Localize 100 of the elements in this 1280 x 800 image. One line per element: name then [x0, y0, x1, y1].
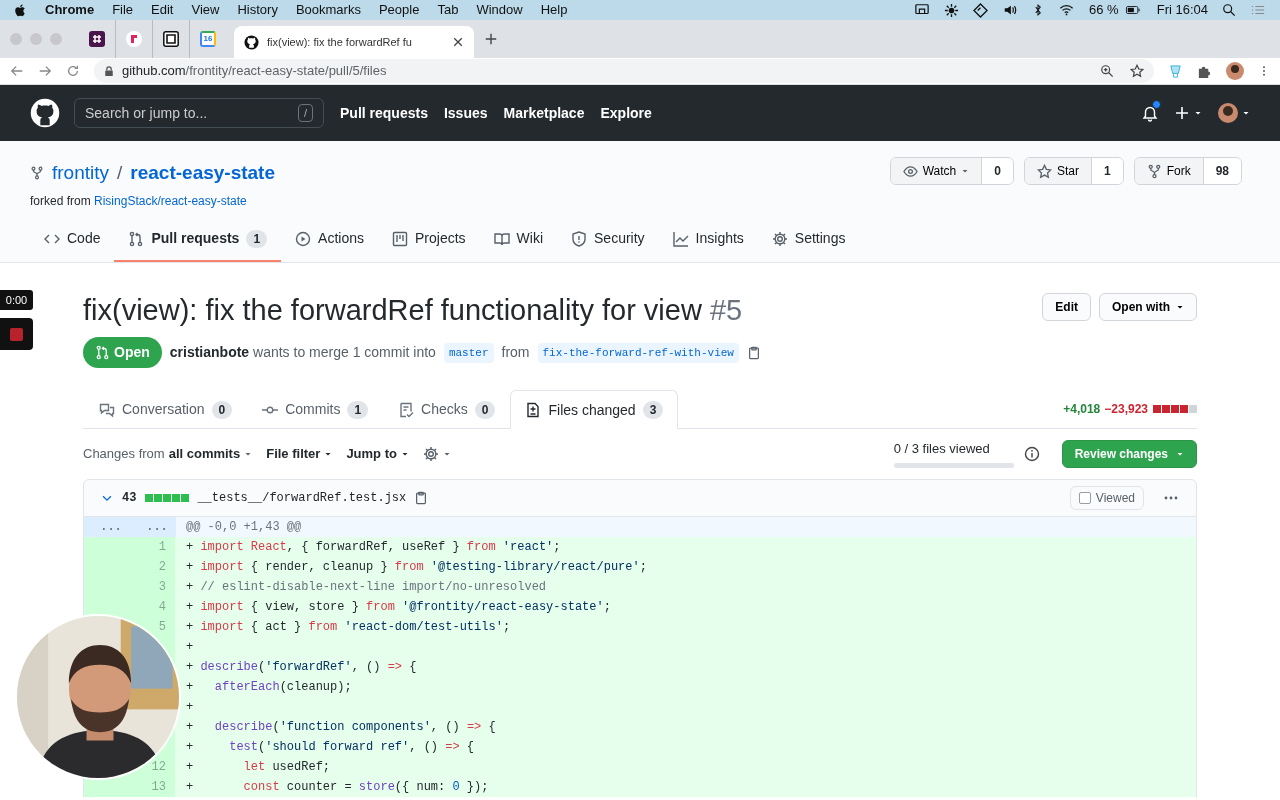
repo-tab[interactable]: Pull requests 1: [114, 217, 282, 262]
star-count[interactable]: 1: [1090, 158, 1123, 184]
copy-icon[interactable]: [746, 345, 761, 360]
nav-link[interactable]: Issues: [443, 102, 488, 124]
projects-icon: [392, 230, 408, 247]
create-new-menu[interactable]: [1174, 105, 1202, 121]
search-icon[interactable]: [1222, 3, 1236, 17]
file-filter-menu[interactable]: File filter: [266, 443, 333, 464]
file-path[interactable]: __tests__/forwardRef.test.jsx: [197, 488, 407, 507]
pr-tab[interactable]: Conversation 0: [84, 390, 248, 429]
menu-item[interactable]: Bookmarks: [295, 0, 361, 20]
diff-settings-menu[interactable]: [422, 445, 451, 462]
back-icon[interactable]: [10, 64, 24, 78]
new-tab-icon[interactable]: [484, 32, 498, 46]
pr-tab[interactable]: Commits 1: [247, 390, 384, 429]
pr-tab[interactable]: Checks 0: [383, 390, 511, 429]
repo-tab[interactable]: Settings: [757, 217, 860, 262]
bell-icon[interactable]: [1142, 105, 1158, 122]
search-field[interactable]: Search or jump to... /: [74, 98, 324, 128]
line-number: 4: [157, 598, 167, 616]
shortcut-key: /: [297, 103, 313, 123]
bookmark-star-icon[interactable]: [1130, 64, 1144, 78]
line-number: 5: [157, 618, 167, 636]
address-bar[interactable]: github.com/frontity/react-easy-state/pull/5/files: [94, 59, 1154, 83]
menu-item[interactable]: Help: [540, 0, 568, 20]
notification-dot: [1152, 99, 1161, 109]
speaker-icon[interactable]: [1002, 3, 1019, 17]
diffstat-bar: [1152, 405, 1197, 414]
cube-app-icon[interactable]: [163, 31, 179, 47]
zoom-icon[interactable]: [1100, 64, 1114, 78]
reload-icon[interactable]: [66, 64, 80, 78]
tab-counter: 0: [211, 400, 233, 419]
fork-count[interactable]: 98: [1202, 158, 1241, 184]
changes-from-menu[interactable]: Changes from all commits: [83, 443, 253, 464]
fork-button[interactable]: Fork: [1134, 158, 1203, 184]
menu-item[interactable]: Window: [476, 0, 523, 20]
settings-icon: [771, 230, 788, 247]
caret-icon: [1242, 109, 1250, 117]
menu-item[interactable]: Edit: [151, 0, 174, 20]
base-branch[interactable]: master: [443, 342, 494, 364]
pr-tab[interactable]: Files changed 3: [510, 390, 679, 430]
tab-counter: 1: [347, 400, 369, 419]
files-viewed-text: 0 / 3 files viewed: [893, 440, 991, 459]
repo-tab[interactable]: Insights: [658, 217, 758, 262]
tab-counter: 0: [474, 400, 496, 419]
forward-icon[interactable]: [38, 64, 52, 78]
repo-name-link[interactable]: react-easy-state: [130, 159, 275, 188]
repo-owner-link[interactable]: frontity: [52, 159, 110, 188]
pinned-tab[interactable]: 16: [200, 31, 216, 47]
watch-button[interactable]: Watch: [890, 158, 982, 184]
star-icon: [1036, 163, 1052, 179]
nav-link[interactable]: Explore: [600, 102, 652, 124]
line-number: 1: [157, 538, 167, 556]
battery-percent: 66 %: [1089, 1, 1119, 20]
close-icon[interactable]: [452, 36, 464, 48]
status-badge: Open: [83, 337, 162, 369]
expand-marker[interactable]: ...: [138, 516, 176, 537]
wifi-icon[interactable]: [1058, 3, 1076, 17]
ribbon-app-icon[interactable]: [126, 31, 142, 47]
open-with-button[interactable]: Open with: [1099, 292, 1197, 321]
menu-item[interactable]: View: [191, 0, 220, 20]
menu-item[interactable]: File: [112, 0, 134, 20]
menu-item[interactable]: Tab: [437, 0, 459, 20]
grid-app-icon[interactable]: [88, 31, 105, 47]
head-branch[interactable]: fix-the-forward-ref-with-view: [537, 342, 739, 364]
tab-counter: 1: [246, 229, 268, 248]
repo-tab[interactable]: Security: [557, 217, 659, 262]
repo-tab[interactable]: Actions: [281, 217, 378, 262]
stop-recording-button[interactable]: [0, 318, 33, 350]
info-icon[interactable]: [1023, 445, 1040, 462]
repo-tab[interactable]: Projects: [378, 217, 480, 262]
github-logo-icon[interactable]: [30, 98, 60, 128]
profile-avatar[interactable]: [1226, 62, 1244, 80]
actions-icon: [295, 230, 312, 247]
repo-tab[interactable]: Code: [30, 217, 115, 262]
viewed-toggle[interactable]: Viewed: [1069, 485, 1144, 510]
fork-icon: [30, 165, 44, 182]
browser-tab[interactable]: fix(view): fix the forwardRef fu: [234, 26, 474, 58]
jump-to-menu[interactable]: Jump to: [346, 443, 409, 464]
line-number: 12: [150, 758, 167, 776]
forked-from-link[interactable]: RisingStack/react-easy-state: [94, 193, 247, 208]
screen-mirror-icon[interactable]: [914, 3, 931, 17]
user-menu[interactable]: [1218, 103, 1250, 123]
menu-item[interactable]: People: [378, 0, 420, 20]
edit-button[interactable]: Edit: [1042, 292, 1091, 321]
line-number: 2: [157, 558, 167, 576]
menu-item[interactable]: Chrome: [45, 0, 95, 20]
menu-item[interactable]: History: [237, 0, 278, 20]
expand-marker[interactable]: ...: [84, 516, 138, 537]
diamond-icon[interactable]: [973, 2, 989, 18]
copy-icon[interactable]: [414, 490, 429, 505]
sun-icon[interactable]: [944, 2, 960, 18]
eye-icon: [902, 163, 918, 179]
watch-count[interactable]: 0: [981, 158, 1013, 184]
tab-counter: 3: [642, 401, 664, 420]
repo-tab[interactable]: Wiki: [479, 217, 557, 262]
star-button[interactable]: Star: [1024, 158, 1091, 184]
tab-title: fix(view): fix the forwardRef fu: [267, 34, 413, 50]
nav-link[interactable]: Pull requests: [340, 102, 428, 124]
nav-link[interactable]: Marketplace: [503, 102, 585, 124]
